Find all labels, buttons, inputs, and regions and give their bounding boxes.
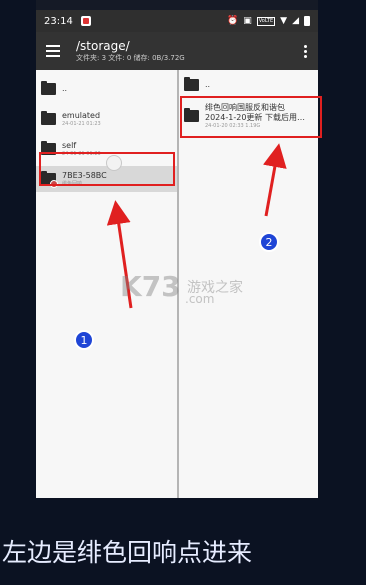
arrow-to-right-box bbox=[263, 143, 287, 217]
watermark-domain: .com bbox=[185, 292, 215, 306]
watermark-logo: K73 bbox=[120, 270, 181, 303]
caption-text: 左边是绯色回响点进来 bbox=[2, 538, 253, 567]
annotation-arrows bbox=[106, 143, 287, 309]
annotation-number-1: 1 bbox=[74, 330, 94, 350]
annotation-number-2: 2 bbox=[259, 232, 279, 252]
